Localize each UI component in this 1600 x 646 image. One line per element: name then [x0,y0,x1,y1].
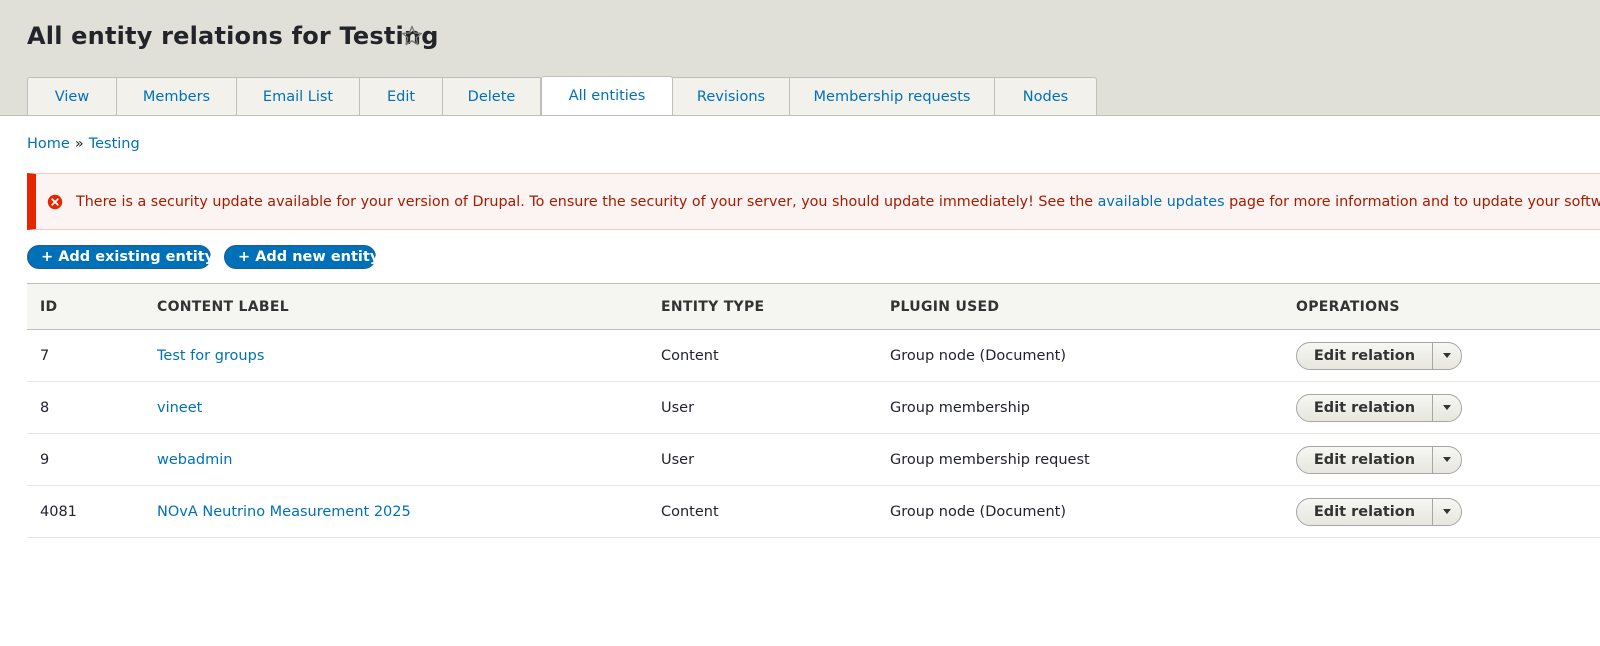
header-plugin-used: PLUGIN USED [890,299,1000,315]
table-row: 7 Test for groups Content Group node (Do… [27,330,1600,382]
edit-relation-button[interactable]: Edit relation [1297,343,1432,369]
table-header: ID CONTENT LABEL ENTITY TYPE PLUGIN USED… [27,283,1600,330]
edit-relation-button[interactable]: Edit relation [1297,395,1432,421]
table-row: 4081 NOvA Neutrino Measurement 2025 Cont… [27,486,1600,538]
cell-id: 9 [40,451,50,468]
breadcrumb-home-link[interactable]: Home [27,136,70,152]
cell-entity-type: Content [661,503,719,520]
table-row: 9 webadmin User Group membership request… [27,434,1600,486]
tab-view[interactable]: View [27,77,117,115]
breadcrumb-testing-link[interactable]: Testing [89,136,140,152]
page-title: All entity relations for Testing [27,22,439,50]
error-text-before: There is a security update available for… [76,193,1094,210]
content-label-link[interactable]: Test for groups [157,348,264,364]
content-label-link[interactable]: webadmin [157,452,232,468]
cell-plugin-used: Group membership request [890,451,1090,468]
header-id: ID [40,299,58,315]
tab-membership-requests[interactable]: Membership requests [790,77,995,115]
caret-down-icon [1443,405,1451,410]
edit-relation-button[interactable]: Edit relation [1297,499,1432,525]
tab-delete[interactable]: Delete [443,77,541,115]
cell-plugin-used: Group membership [890,399,1030,416]
cell-id: 4081 [40,503,77,520]
content-label-link[interactable]: NOvA Neutrino Measurement 2025 [157,504,411,520]
tab-nodes[interactable]: Nodes [995,77,1097,115]
cell-plugin-used: Group node (Document) [890,347,1066,364]
tab-revisions[interactable]: Revisions [673,77,790,115]
primary-tabs: View Members Email List Edit Delete All … [27,76,1097,116]
add-new-entity-button[interactable]: + Add new entity [224,245,379,269]
cell-entity-type: Content [661,347,719,364]
header-content-label: CONTENT LABEL [157,299,289,315]
header-operations: OPERATIONS [1296,299,1400,315]
table-row: 8 vineet User Group membership Edit rela… [27,382,1600,434]
local-actions: + Add existing entity + Add new entity [27,245,379,269]
operations-toggle[interactable] [1432,342,1461,369]
entity-relations-table: ID CONTENT LABEL ENTITY TYPE PLUGIN USED… [27,283,1600,538]
tab-members[interactable]: Members [117,77,237,115]
header-entity-type: ENTITY TYPE [661,299,765,315]
cell-entity-type: User [661,451,695,468]
tab-edit[interactable]: Edit [360,77,443,115]
cell-entity-type: User [661,399,695,416]
operations-toggle[interactable] [1432,498,1461,525]
content-label-link[interactable]: vineet [157,400,202,416]
tab-all-entities[interactable]: All entities [541,76,673,115]
cell-plugin-used: Group node (Document) [890,503,1066,520]
operations-dropbutton: Edit relation [1296,341,1462,370]
add-existing-entity-button[interactable]: + Add existing entity [27,245,214,269]
error-message-text: There is a security update available for… [76,194,1600,210]
operations-toggle[interactable] [1432,446,1461,473]
error-circle-icon [47,194,63,210]
error-message: There is a security update available for… [27,173,1600,230]
operations-dropbutton: Edit relation [1296,445,1462,474]
operations-dropbutton: Edit relation [1296,393,1462,422]
operations-dropbutton: Edit relation [1296,497,1462,526]
error-text-after: page for more information and to update … [1229,193,1600,210]
caret-down-icon [1443,509,1451,514]
cell-id: 7 [40,347,50,364]
available-updates-link[interactable]: available updates [1098,194,1225,210]
caret-down-icon [1443,353,1451,358]
breadcrumb: Home» Testing [27,136,140,152]
cell-id: 8 [40,399,50,416]
star-outline-icon[interactable] [400,24,424,48]
tab-email-list[interactable]: Email List [237,77,360,115]
caret-down-icon [1443,457,1451,462]
edit-relation-button[interactable]: Edit relation [1297,447,1432,473]
page-header: All entity relations for Testing View Me… [0,0,1600,116]
operations-toggle[interactable] [1432,394,1461,421]
breadcrumb-separator: » [74,136,84,152]
